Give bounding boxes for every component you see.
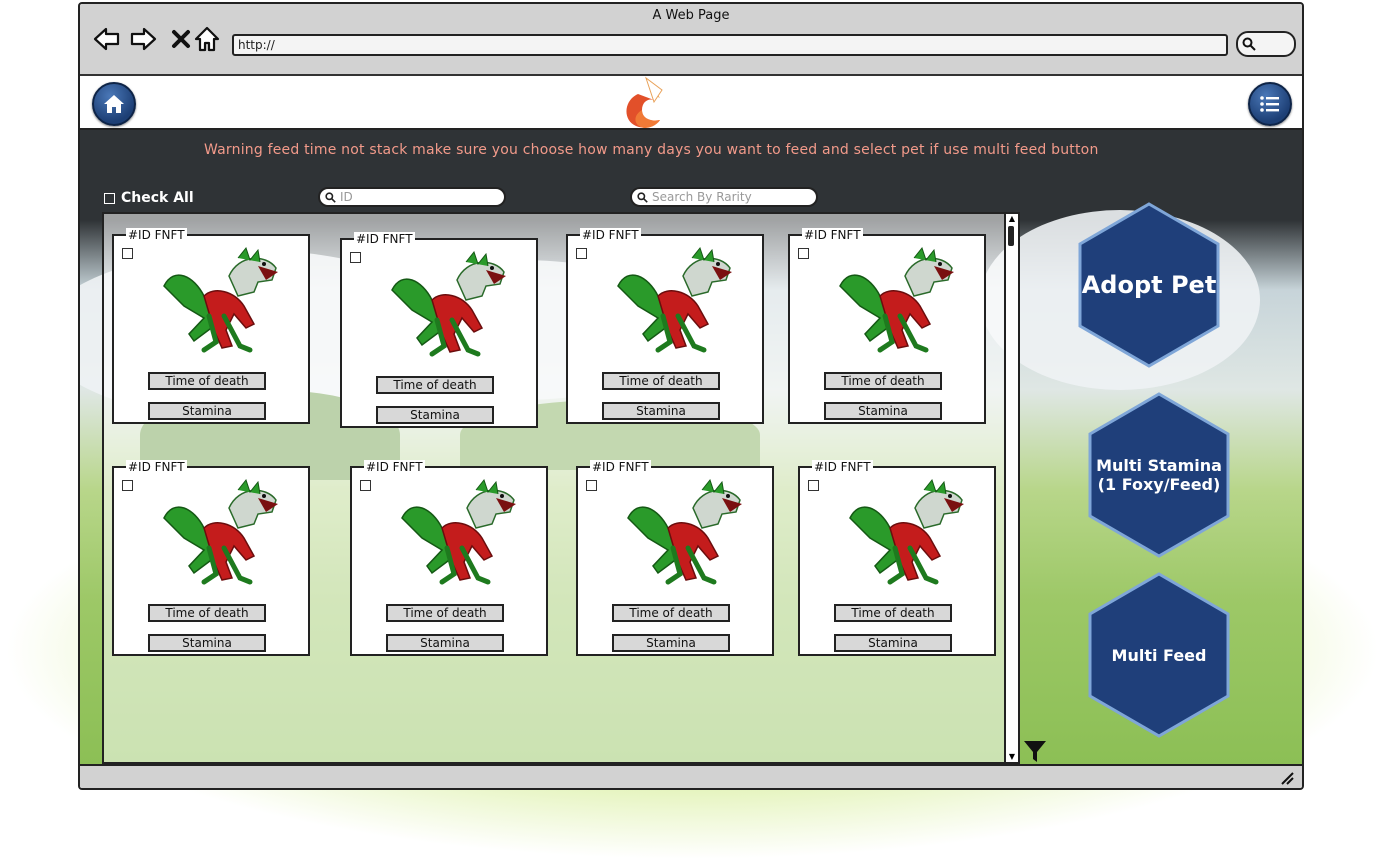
stamina-field: Stamina [148, 402, 266, 420]
multi-stamina-line2: (1 Foxy/Feed) [1097, 475, 1221, 494]
pet-select-checkbox[interactable] [350, 252, 361, 263]
multi-stamina-button[interactable]: Multi Stamina (1 Foxy/Feed) [1086, 392, 1232, 558]
pet-id-label: #ID FNFT [126, 228, 187, 242]
multi-stamina-label: Multi Stamina (1 Foxy/Feed) [1096, 456, 1222, 494]
main-content: Warning feed time not stack make sure yo… [80, 130, 1302, 766]
stamina-field: Stamina [834, 634, 952, 652]
search-icon [325, 192, 336, 203]
time-of-death-field: Time of death [376, 376, 494, 394]
pet-dinosaur-image [839, 246, 954, 353]
id-search-input[interactable]: ID [318, 187, 506, 207]
pet-id-label: #ID FNFT [802, 228, 863, 242]
pet-id-label: #ID FNFT [580, 228, 641, 242]
url-input[interactable]: http:// [232, 34, 1228, 56]
time-of-death-field: Time of death [612, 604, 730, 622]
time-of-death-field: Time of death [148, 372, 266, 390]
pet-list-scrollbar[interactable]: ▲ ▼ [1004, 214, 1018, 762]
pet-card[interactable]: #ID FNFT Time of death Stamina [340, 232, 538, 428]
warning-message: Warning feed time not stack make sure yo… [204, 142, 1099, 158]
stamina-field: Stamina [386, 634, 504, 652]
pet-card[interactable]: #ID FNFT Time of death Stamina [788, 228, 986, 424]
pet-card[interactable]: #ID FNFT Time of death Stamina [576, 460, 774, 656]
pet-id-label: #ID FNFT [590, 460, 651, 474]
id-search-placeholder: ID [340, 190, 353, 204]
check-all-checkbox[interactable] [104, 192, 115, 204]
time-of-death-field: Time of death [824, 372, 942, 390]
pet-select-checkbox[interactable] [360, 480, 371, 491]
pet-list-panel: #ID FNFT Time of death Stamina #ID FNFT … [102, 212, 1020, 764]
resize-grip-icon[interactable] [1278, 769, 1294, 785]
stamina-field: Stamina [148, 634, 266, 652]
scroll-thumb[interactable] [1008, 226, 1014, 246]
menu-icon [1260, 96, 1279, 112]
stamina-field: Stamina [602, 402, 720, 420]
app-header [80, 76, 1302, 130]
home-button[interactable] [92, 82, 136, 126]
time-of-death-field: Time of death [834, 604, 952, 622]
home-nav-icon[interactable] [192, 24, 222, 54]
adopt-pet-label: Adopt Pet [1081, 271, 1217, 299]
rarity-search-input[interactable]: Search By Rarity [630, 187, 818, 207]
search-icon [637, 192, 648, 203]
pet-dinosaur-image [391, 250, 506, 357]
pet-card[interactable]: #ID FNFT Time of death Stamina [566, 228, 764, 424]
back-icon[interactable] [92, 24, 122, 54]
multi-feed-button[interactable]: Multi Feed [1086, 572, 1232, 738]
forward-icon[interactable] [128, 24, 158, 54]
window-title: A Web Page [652, 8, 730, 23]
pet-select-checkbox[interactable] [798, 248, 809, 259]
pet-id-label: #ID FNFT [812, 460, 873, 474]
time-of-death-field: Time of death [386, 604, 504, 622]
pet-card[interactable]: #ID FNFT Time of death Stamina [112, 228, 310, 424]
fox-logo [626, 76, 663, 128]
adopt-pet-button[interactable]: Adopt Pet [1076, 202, 1222, 368]
stamina-field: Stamina [376, 406, 494, 424]
pet-select-checkbox[interactable] [808, 480, 819, 491]
pet-id-label: #ID FNFT [126, 460, 187, 474]
check-all-control[interactable]: Check All [104, 190, 194, 206]
time-of-death-field: Time of death [148, 604, 266, 622]
pet-card[interactable]: #ID FNFT Time of death Stamina [798, 460, 996, 656]
pet-id-label: #ID FNFT [364, 460, 425, 474]
scroll-up-arrow[interactable]: ▲ [1007, 214, 1017, 224]
search-icon [1242, 37, 1256, 51]
pet-dinosaur-image [163, 478, 278, 585]
pet-card[interactable]: #ID FNFT Time of death Stamina [350, 460, 548, 656]
pet-dinosaur-image [627, 478, 742, 585]
pet-dinosaur-image [163, 246, 278, 353]
home-icon [104, 95, 124, 113]
time-of-death-field: Time of death [602, 372, 720, 390]
stamina-field: Stamina [824, 402, 942, 420]
pet-select-checkbox[interactable] [122, 248, 133, 259]
pet-dinosaur-image [849, 478, 964, 585]
pet-select-checkbox[interactable] [122, 480, 133, 491]
pet-select-checkbox[interactable] [576, 248, 587, 259]
pet-select-checkbox[interactable] [586, 480, 597, 491]
stamina-field: Stamina [612, 634, 730, 652]
pet-dinosaur-image [617, 246, 732, 353]
pet-dinosaur-image [401, 478, 516, 585]
browser-window: A Web Page http:// Warning feed time not… [78, 2, 1304, 790]
multi-stamina-line1: Multi Stamina [1096, 456, 1222, 475]
pet-id-label: #ID FNFT [354, 232, 415, 246]
pet-card[interactable]: #ID FNFT Time of death Stamina [112, 460, 310, 656]
rarity-search-placeholder: Search By Rarity [652, 190, 752, 204]
multi-feed-label: Multi Feed [1111, 645, 1207, 665]
scroll-down-arrow[interactable]: ▼ [1007, 752, 1017, 762]
browser-title-bar: A Web Page http:// [80, 4, 1302, 76]
menu-button[interactable] [1248, 82, 1292, 126]
browser-search-button[interactable] [1236, 31, 1296, 57]
check-all-label: Check All [121, 190, 194, 206]
filter-icon[interactable] [1022, 738, 1048, 764]
browser-status-bar [80, 764, 1302, 788]
